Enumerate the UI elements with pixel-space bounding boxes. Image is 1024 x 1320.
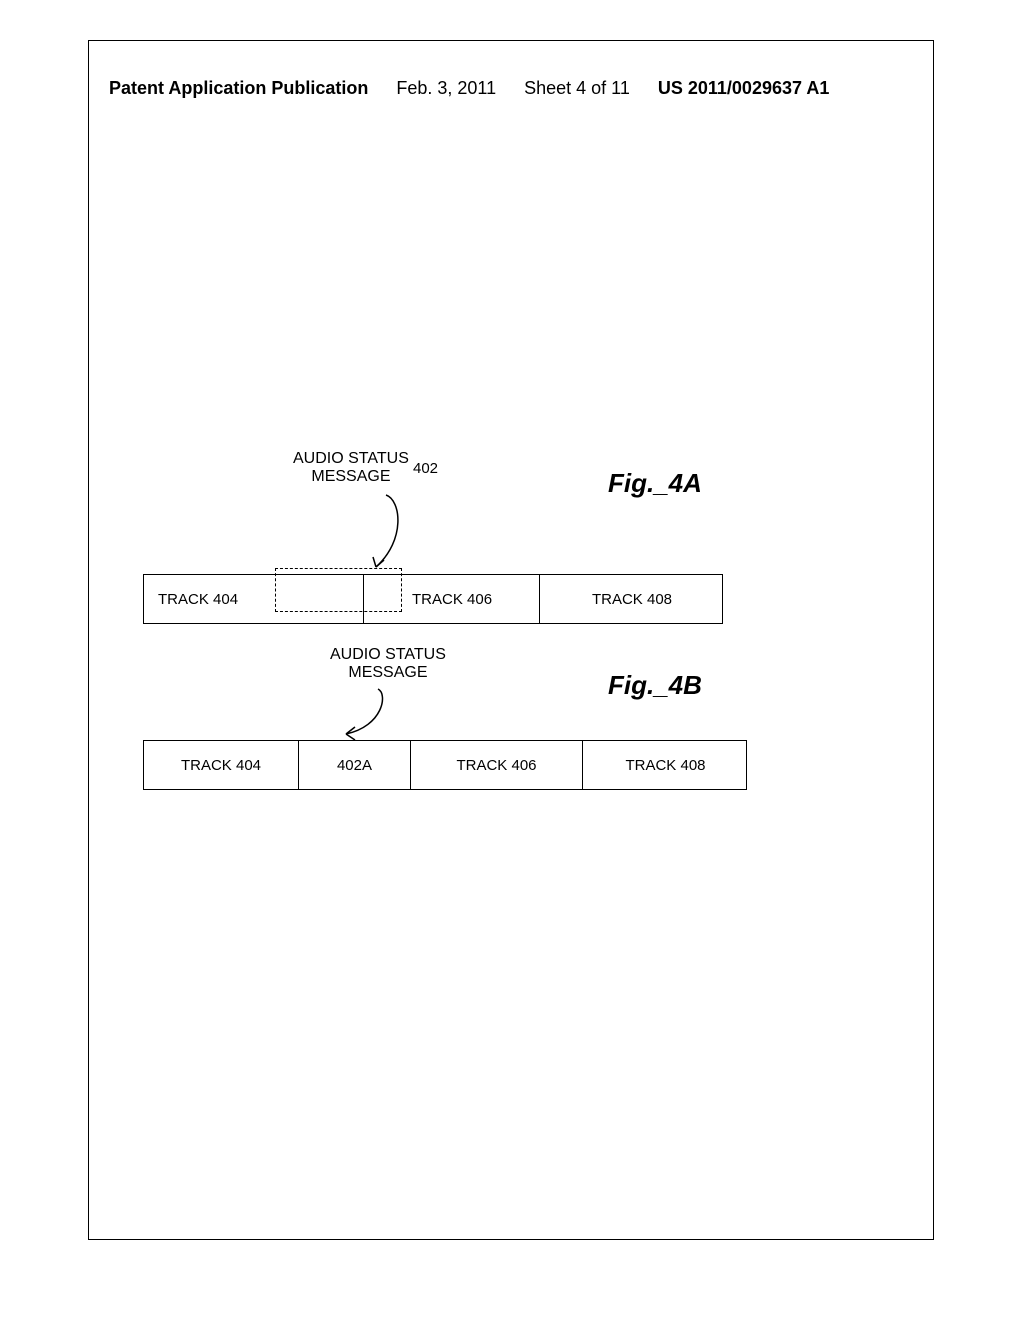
audio-status-label-4a: AUDIO STATUS MESSAGE (293, 450, 409, 486)
audio-status-line2-b: MESSAGE (330, 664, 446, 682)
cell-402a-label: 402A (337, 757, 372, 774)
arrow-curve-4b-icon (328, 684, 418, 744)
track-406-cell: TRACK 406 (364, 575, 540, 623)
reference-402: 402 (413, 460, 438, 477)
track-408-cell-b: TRACK 408 (583, 741, 748, 789)
audio-status-line1: AUDIO STATUS (293, 450, 409, 468)
header-publication-label: Patent Application Publication (109, 78, 368, 99)
figure-caption-4a: Fig._4A (608, 468, 702, 499)
track-408-cell: TRACK 408 (540, 575, 724, 623)
header-sheet: Sheet 4 of 11 (524, 78, 630, 99)
audio-status-line2: MESSAGE (293, 468, 409, 486)
track-406-label: TRACK 406 (412, 591, 492, 608)
track-row-4b: TRACK 404 402A TRACK 406 TRACK 408 (143, 740, 747, 790)
track-406-cell-b: TRACK 406 (411, 741, 583, 789)
track-406-label-b: TRACK 406 (456, 757, 536, 774)
track-404-label: TRACK 404 (158, 591, 238, 608)
figure-caption-4b: Fig._4B (608, 670, 702, 701)
page-header: Patent Application Publication Feb. 3, 2… (109, 78, 919, 99)
audio-status-label-4b: AUDIO STATUS MESSAGE (330, 646, 446, 682)
track-404-cell: TRACK 404 (144, 575, 364, 623)
header-date: Feb. 3, 2011 (396, 78, 496, 99)
arrow-curve-4a-icon (346, 490, 436, 580)
header-pub-number: US 2011/0029637 A1 (658, 78, 829, 99)
track-404-cell-b: TRACK 404 (144, 741, 299, 789)
track-row-4a: TRACK 404 TRACK 406 TRACK 408 (143, 574, 723, 624)
track-404-label-b: TRACK 404 (181, 757, 261, 774)
page-border (88, 40, 934, 1240)
track-408-label-b: TRACK 408 (625, 757, 705, 774)
track-408-label: TRACK 408 (592, 591, 672, 608)
audio-status-line1-b: AUDIO STATUS (330, 646, 446, 664)
cell-402a: 402A (299, 741, 411, 789)
